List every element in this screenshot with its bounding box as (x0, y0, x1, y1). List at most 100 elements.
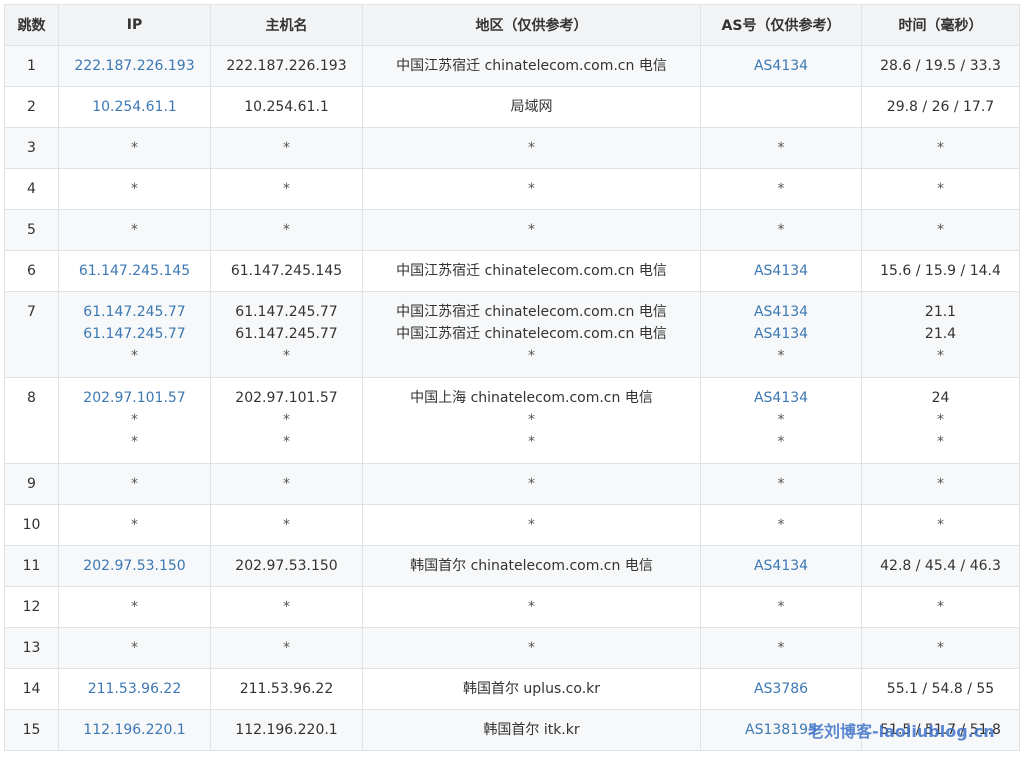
time-cell: 42.8 / 45.4 / 46.3 (861, 545, 1020, 587)
host-value: * (283, 348, 290, 364)
ip-value-link[interactable]: 222.187.226.193 (59, 55, 210, 77)
ip-value: * (131, 640, 138, 656)
time-cell: * (861, 504, 1020, 546)
host-value: 61.147.245.145 (230, 263, 343, 279)
hop-cell: 12 (4, 586, 59, 628)
hostname-cell: * (210, 504, 363, 546)
as-value-link[interactable]: AS4134 (701, 55, 861, 77)
traceroute-table: 跳数 IP 主机名 地区（仅供参考） AS号（仅供参考） 时间（毫秒） 1 222… (4, 4, 1020, 751)
host-value: 61.147.245.77 (235, 326, 338, 342)
host-value: 61.147.245.77 (235, 304, 338, 320)
header-time: 时间（毫秒） (861, 4, 1020, 46)
time-value: * (937, 599, 944, 615)
ip-value: * (131, 412, 138, 428)
as-value-link[interactable]: AS4134 (701, 301, 861, 323)
header-as: AS号（仅供参考） (700, 4, 862, 46)
region-cell: 中国江苏宿迁 chinatelecom.com.cn 电信 (362, 45, 701, 87)
region-value: 韩国首尔 uplus.co.kr (462, 681, 601, 697)
table-row: 7 61.147.245.77 61.147.245.77 * 61.147.245.7… (4, 291, 1020, 378)
as-value-link[interactable]: AS4134 (701, 323, 861, 345)
ip-cell: 112.196.220.1 (58, 709, 211, 751)
time-value: * (937, 140, 944, 156)
host-value: * (283, 140, 290, 156)
ip-cell: * (58, 463, 211, 505)
host-value: 222.187.226.193 (226, 58, 347, 74)
region-cell: * (362, 463, 701, 505)
ip-cell: 202.97.53.150 (58, 545, 211, 587)
as-value: * (777, 412, 785, 428)
region-value: 中国江苏宿迁 chinatelecom.com.cn 电信 (396, 58, 667, 74)
time-cell: 28.6 / 19.5 / 33.3 (861, 45, 1020, 87)
time-cell: 55.1 / 54.8 / 55 (861, 668, 1020, 710)
hostname-cell: 202.97.53.150 (210, 545, 363, 587)
ip-value-link[interactable]: 202.97.101.57 (59, 387, 210, 409)
time-cell: 15.6 / 15.9 / 14.4 (861, 250, 1020, 292)
table-header-row: 跳数 IP 主机名 地区（仅供参考） AS号（仅供参考） 时间（毫秒） (4, 4, 1020, 46)
time-value: * (937, 476, 944, 492)
host-value: 211.53.96.22 (239, 681, 334, 697)
hostname-cell: * (210, 168, 363, 210)
table-row: 4 * * * * * (4, 168, 1020, 210)
hop-cell: 2 (4, 86, 59, 128)
ip-value-link[interactable]: 211.53.96.22 (59, 678, 210, 700)
region-value: 中国江苏宿迁 chinatelecom.com.cn 电信 (396, 263, 667, 279)
time-value: 21.4 (924, 326, 957, 342)
hostname-cell: * (210, 586, 363, 628)
table-row: 8 202.97.101.57 * * 202.97.101.57 * * 中国上海 chin… (4, 377, 1020, 464)
region-value: * (528, 181, 535, 197)
region-value: * (528, 434, 535, 450)
as-value: * (777, 222, 785, 238)
region-value: * (528, 640, 535, 656)
ip-cell: * (58, 127, 211, 169)
hostname-cell: 222.187.226.193 (210, 45, 363, 87)
time-value: 21.1 (924, 304, 957, 320)
time-cell: * (861, 586, 1020, 628)
watermark: 老刘博客-laoliublog.cn (808, 722, 995, 741)
region-value: 韩国首尔 chinatelecom.com.cn 电信 (410, 558, 653, 574)
hop-cell: 13 (4, 627, 59, 669)
as-value-link[interactable]: AS4134 (701, 387, 861, 409)
host-value: 112.196.220.1 (235, 722, 338, 738)
region-cell: 韩国首尔 itk.kr (362, 709, 701, 751)
ip-value-link[interactable]: 61.147.245.77 (59, 323, 210, 345)
ip-cell: * (58, 209, 211, 251)
time-value: 15.6 / 15.9 / 14.4 (880, 263, 1001, 279)
ip-value-link[interactable]: 61.147.245.145 (59, 260, 210, 282)
table-body: 1 222.187.226.193 222.187.226.193 中国江苏宿迁 ch… (4, 45, 1020, 751)
as-value: * (777, 640, 785, 656)
host-value: * (283, 222, 290, 238)
region-value: * (528, 599, 535, 615)
as-value: * (777, 599, 785, 615)
as-value-link[interactable]: AS4134 (701, 260, 861, 282)
as-cell: AS3786 (700, 668, 862, 710)
hop-cell: 6 (4, 250, 59, 292)
ip-value-link[interactable]: 112.196.220.1 (59, 719, 210, 741)
as-value-link[interactable]: AS3786 (701, 678, 861, 700)
region-value: * (528, 140, 535, 156)
ip-cell: 61.147.245.77 61.147.245.77 * (58, 291, 211, 378)
hop-cell: 8 (4, 377, 59, 464)
time-cell: * (861, 627, 1020, 669)
as-value: * (777, 434, 785, 450)
ip-value-link[interactable]: 10.254.61.1 (59, 96, 210, 118)
region-cell: * (362, 168, 701, 210)
hostname-cell: * (210, 127, 363, 169)
hop-cell: 10 (4, 504, 59, 546)
time-value: * (937, 640, 944, 656)
as-cell: AS4134 (700, 545, 862, 587)
hostname-cell: 211.53.96.22 (210, 668, 363, 710)
as-cell: * (700, 168, 862, 210)
ip-cell: * (58, 627, 211, 669)
region-value: 局域网 (510, 99, 553, 115)
ip-value-link[interactable]: 202.97.53.150 (59, 555, 210, 577)
as-value-link[interactable]: AS4134 (701, 555, 861, 577)
region-cell: * (362, 504, 701, 546)
table-row: 11 202.97.53.150 202.97.53.150 韩国首尔 chinate… (4, 545, 1020, 587)
ip-value-link[interactable]: 61.147.245.77 (59, 301, 210, 323)
region-value: 中国江苏宿迁 chinatelecom.com.cn 电信 (396, 304, 667, 320)
time-value: * (937, 412, 944, 428)
hop-cell: 7 (4, 291, 59, 378)
time-value: 29.8 / 26 / 17.7 (886, 99, 995, 115)
time-cell: 24 * * (861, 377, 1020, 464)
time-cell: 21.1 21.4 * (861, 291, 1020, 378)
